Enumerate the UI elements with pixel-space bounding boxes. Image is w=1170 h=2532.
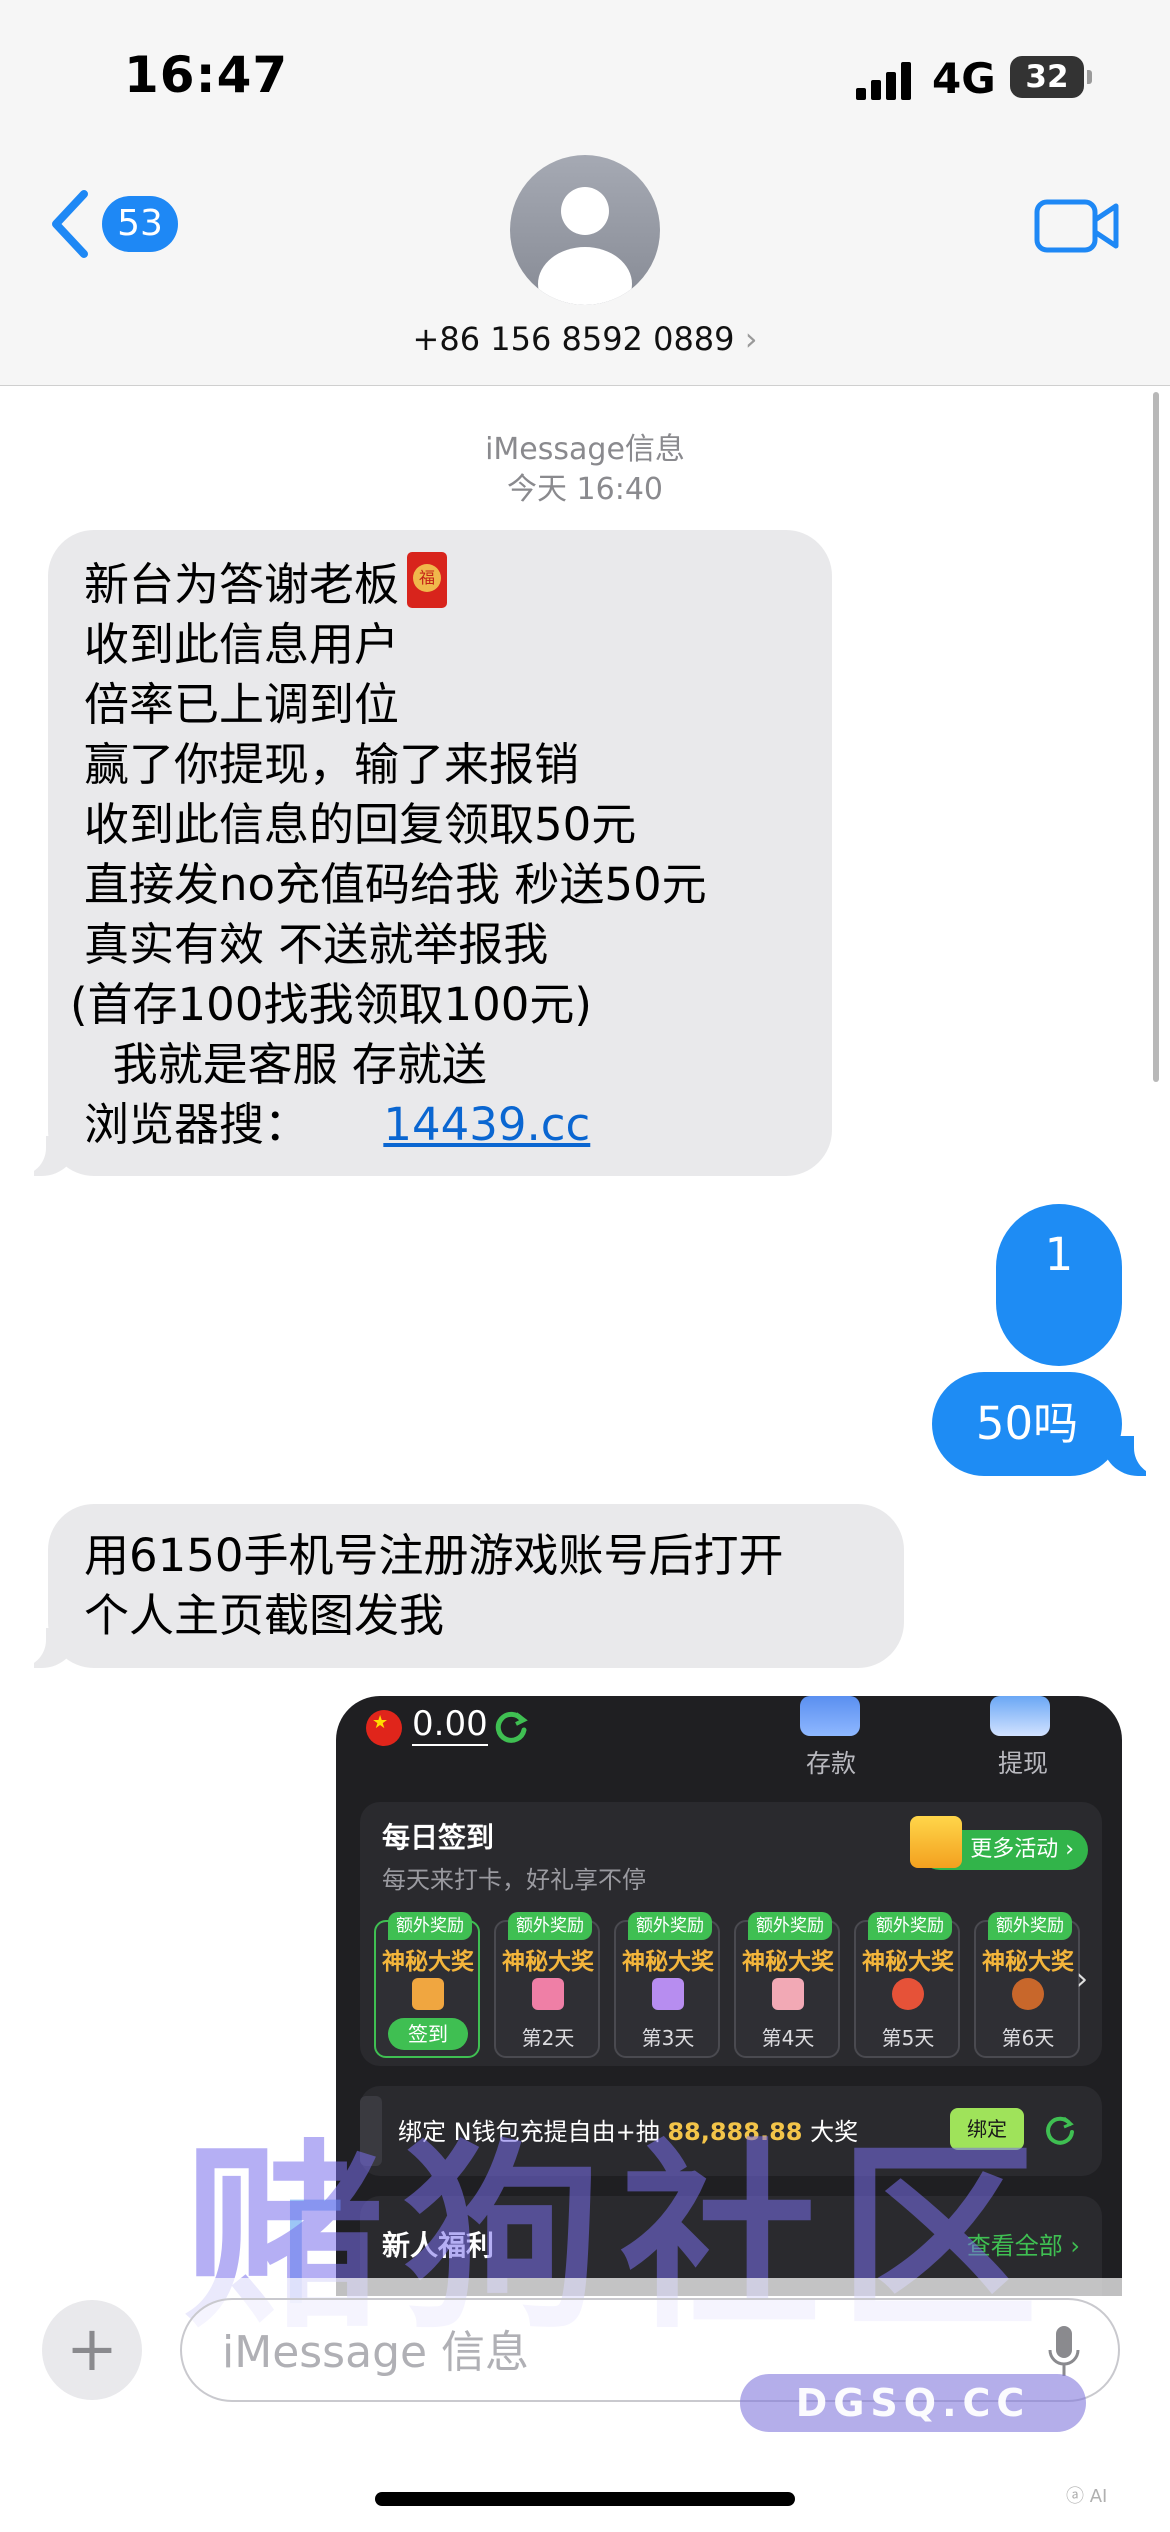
more-activities-button: 更多活动 › <box>910 1816 1088 1870</box>
gift-icon <box>772 1978 804 2010</box>
contact-name[interactable]: +86 156 8592 0889 › <box>0 320 1170 358</box>
gift-box-icon <box>910 1816 963 1868</box>
navigation-header: 16:47 4G 32 53 +86 156 8592 0889 › <box>0 0 1170 386</box>
outgoing-message-bubble[interactable]: 50吗 <box>932 1372 1122 1476</box>
battery-icon: 32 <box>1010 56 1092 98</box>
message-line: 浏览器搜： <box>84 1098 310 1151</box>
microphone-icon[interactable] <box>1046 2324 1082 2380</box>
checkin-day: 额外奖励 神秘大奖 第4天 <box>734 1912 840 2058</box>
back-chevron-icon[interactable] <box>46 188 96 260</box>
gift-icon <box>652 1978 684 2010</box>
gift-icon <box>1012 1978 1044 2010</box>
deposit-wallet-icon <box>800 1696 860 1736</box>
unread-count-badge[interactable]: 53 <box>102 196 178 252</box>
outgoing-message-bubble[interactable]: 1 <box>996 1204 1122 1366</box>
home-indicator[interactable] <box>375 2492 795 2506</box>
message-line: 赢了你提现，输了来报销 <box>84 738 580 791</box>
withdraw-label: 提现 <box>998 1749 1049 1778</box>
message-line: 倍率已上调到位 <box>84 678 400 731</box>
message-line: 个人主页截图发我 <box>84 1589 445 1642</box>
message-line: 用6150手机号注册游戏账号后打开 <box>84 1529 784 1582</box>
withdraw-card-icon <box>990 1696 1050 1736</box>
status-time: 16:47 <box>124 46 289 104</box>
message-line: 收到此信息用户 <box>84 618 400 671</box>
checkin-day: 额外奖励 神秘大奖 第6天 <box>974 1912 1080 2058</box>
message-line: 收到此信息的回复领取50元 <box>84 798 637 851</box>
checkin-day: 额外奖励 神秘大奖 第5天 <box>854 1912 960 2058</box>
message-timestamp: 今天 16:40 <box>507 472 663 507</box>
message-line: 直接发no充值码给我 秒送50元 <box>84 858 707 911</box>
bubble-tail <box>1102 1434 1164 1476</box>
balance-amount: 0.00 <box>412 1704 488 1746</box>
message-line: 新台为答谢老板 <box>84 558 400 611</box>
refresh-icon <box>495 1711 528 1743</box>
chevron-right-icon: › <box>744 320 758 358</box>
incoming-message-bubble[interactable]: 新台为答谢老板 收到此信息用户 倍率已上调到位 赢了你提现，输了来报销 收到此信… <box>48 530 832 1176</box>
website-link[interactable]: 14439.cc <box>383 1098 590 1151</box>
daily-checkin-card: 每日签到 每天来打卡，好礼享不停 更多活动 › 额外奖励 神秘大奖 签到 额外奖… <box>360 1802 1102 2066</box>
checkin-day: 额外奖励 神秘大奖 第2天 <box>494 1912 600 2058</box>
checkin-day: 额外奖励 神秘大奖 签到 <box>374 1912 480 2058</box>
china-flag-icon <box>366 1710 402 1746</box>
gift-icon <box>892 1978 924 2010</box>
checkin-title: 每日签到 <box>382 1821 495 1854</box>
facetime-video-icon[interactable] <box>1034 198 1120 254</box>
gift-icon <box>412 1978 444 2010</box>
cellular-signal-icon <box>856 62 914 100</box>
ai-generated-tag: ⓐ AI <box>1066 2486 1108 2507</box>
scrollbar[interactable] <box>1153 392 1159 1082</box>
network-type: 4G <box>932 54 996 103</box>
red-envelope-emoji-icon <box>407 552 448 608</box>
message-line: (首存100找我领取100元) <box>70 978 592 1031</box>
checkin-day: 额外奖励 神秘大奖 第3天 <box>614 1912 720 2058</box>
watermark-url: DGSQ.CC <box>740 2374 1086 2432</box>
service-label: iMessage信息 <box>485 432 685 467</box>
incoming-message-bubble[interactable]: 用6150手机号注册游戏账号后打开 个人主页截图发我 <box>48 1504 904 1668</box>
checkin-subtitle: 每天来打卡，好礼享不停 <box>382 1866 646 1894</box>
contact-avatar[interactable] <box>510 155 660 305</box>
contact-number: +86 156 8592 0889 <box>412 320 735 358</box>
chevron-right-icon: › <box>1076 1962 1088 1997</box>
apps-plus-button[interactable]: + <box>42 2300 142 2400</box>
message-line: 真实有效 不送就举报我 <box>84 918 549 971</box>
gift-icon <box>532 1978 564 2010</box>
deposit-label: 存款 <box>806 1749 857 1778</box>
message-line: 我就是客服 存就送 <box>84 1038 487 1091</box>
